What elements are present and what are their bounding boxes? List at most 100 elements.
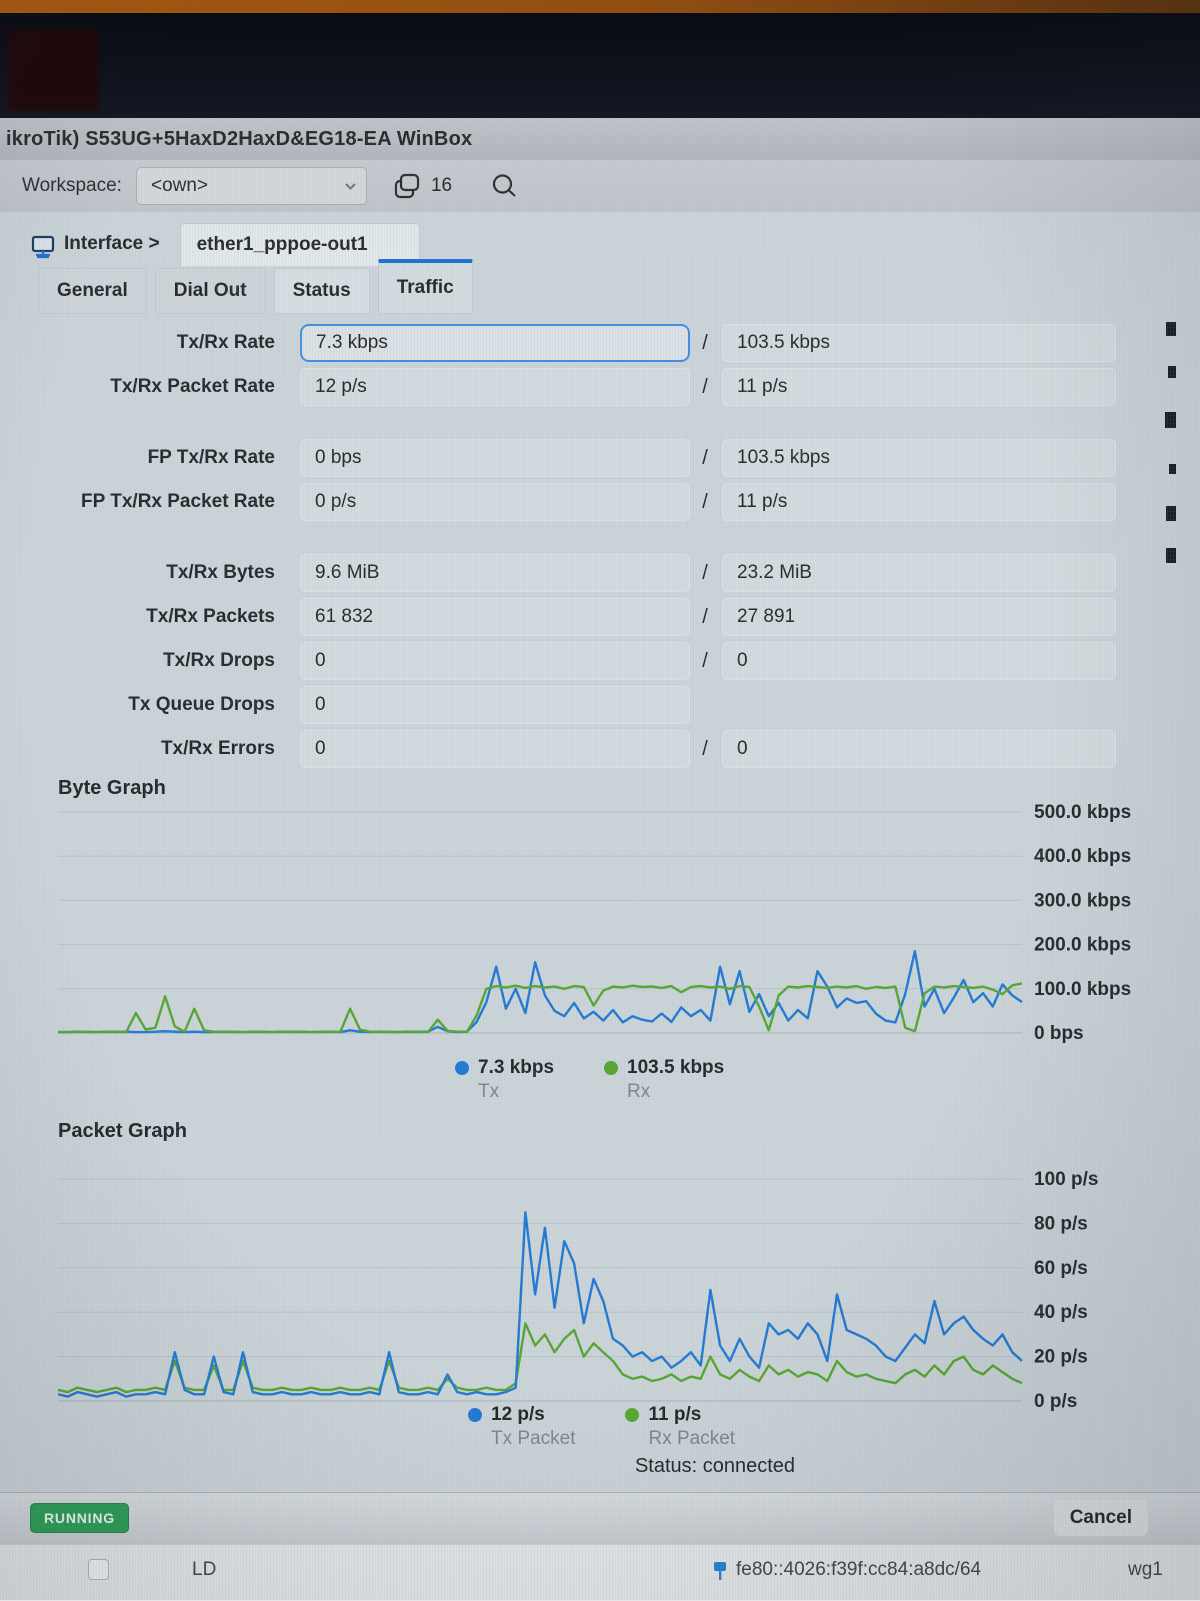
rx-value-input[interactable]: 11 p/s — [722, 368, 1116, 406]
rx-value-input[interactable]: 103.5 kbps — [722, 439, 1116, 477]
legend-value: 7.3 kbps — [478, 1057, 554, 1079]
breadcrumb: Interface > — [64, 233, 160, 255]
value-separator: / — [694, 552, 716, 594]
field-row: FP Tx/Rx Rate 0 bps/103.5 kbps — [0, 437, 1200, 479]
byte-graph: 500.0 kbps 400.0 kbps 300.0 kbps 200.0 kbps… — [58, 800, 1148, 1050]
screen-edge-artifact — [1166, 322, 1176, 336]
rx-value-input[interactable]: 11 p/s — [722, 483, 1116, 521]
legend-dot — [468, 1408, 482, 1422]
screen-edge-artifact — [1168, 366, 1176, 378]
row-address: fe80::4026:f39f:cc84:a8dc/64 — [736, 1559, 981, 1581]
field-label: Tx/Rx Packets — [0, 596, 275, 638]
interface-dialog: Interface > ether1_pppoe-out1 GeneralDia… — [0, 212, 1200, 1492]
y-axis-tick-label: 200.0 kbps — [1034, 935, 1131, 956]
tab-status[interactable]: Status — [274, 268, 370, 314]
windows-stack-icon[interactable] — [393, 172, 421, 200]
field-label: Tx/Rx Bytes — [0, 552, 275, 594]
packet-graph-heading: Packet Graph — [58, 1120, 187, 1143]
interface-name: ether1_pppoe-out1 — [197, 234, 368, 256]
field-row: Tx/Rx Rate7.3 kbps/103.5 kbps — [0, 322, 1200, 364]
field-row: Tx/Rx Drops 0/0 — [0, 640, 1200, 682]
row-checkbox[interactable] — [88, 1559, 109, 1580]
legend-label: Tx — [478, 1081, 554, 1103]
tab-dial-out[interactable]: Dial Out — [155, 268, 266, 314]
background-table-row[interactable]: LD fe80::4026:f39f:cc84:a8dc/64 wg1 — [0, 1544, 1200, 1601]
rx-value-input[interactable]: 23.2 MiB — [722, 554, 1116, 592]
field-label: Tx/Rx Drops — [0, 640, 275, 682]
ipv6-flag-icon — [712, 1561, 728, 1586]
field-row: Tx/Rx Packet Rate12 p/s/11 p/s — [0, 366, 1200, 408]
tx-value-input[interactable]: 0 bps — [300, 439, 690, 477]
tx-value-input[interactable]: 0 — [300, 686, 690, 724]
traffic-fields: Tx/Rx Rate7.3 kbps/103.5 kbpsTx/Rx Packe… — [0, 322, 1200, 772]
y-axis-tick-label: 0 p/s — [1034, 1391, 1077, 1412]
value-separator: / — [694, 481, 716, 523]
legend-value: 103.5 kbps — [627, 1057, 724, 1079]
tx-value-input[interactable]: 0 — [300, 730, 690, 768]
interface-header: Interface > ether1_pppoe-out1 — [0, 220, 1200, 268]
field-label: Tx/Rx Packet Rate — [0, 366, 275, 408]
tx-value-input[interactable]: 9.6 MiB — [300, 554, 690, 592]
rx-value-input[interactable]: 0 — [722, 642, 1116, 680]
screen-bezel — [0, 13, 1200, 118]
tx-value-input[interactable]: 0 — [300, 642, 690, 680]
value-separator: / — [694, 437, 716, 479]
desk-surface — [0, 0, 1200, 13]
workspace-select[interactable]: <own> — [136, 167, 367, 205]
search-icon[interactable] — [490, 172, 518, 200]
tx-value-input[interactable]: 61 832 — [300, 598, 690, 636]
rx-value-input[interactable]: 27 891 — [722, 598, 1116, 636]
interface-icon — [30, 234, 56, 265]
legend-item-rx-packet: 11 p/sRx Packet — [625, 1404, 735, 1450]
y-axis-tick-label: 400.0 kbps — [1034, 846, 1131, 867]
byte-graph-legend: 7.3 kbpsTx 103.5 kbpsRx — [455, 1057, 724, 1103]
tab-general[interactable]: General — [38, 268, 147, 314]
tx-value-input[interactable]: 0 p/s — [300, 483, 690, 521]
y-axis-tick-label: 300.0 kbps — [1034, 890, 1131, 911]
window-count: 16 — [431, 175, 452, 197]
field-label: Tx Queue Drops — [0, 684, 275, 726]
tx-value-input[interactable]: 12 p/s — [300, 368, 690, 406]
legend-item-tx-packet: 12 p/sTx Packet — [468, 1404, 575, 1450]
winbox-screen: { "window": { "title": "ikroTik) S53UG+5… — [0, 0, 1200, 1600]
series-tx-packet — [58, 1212, 1022, 1396]
legend-item-rx: 103.5 kbpsRx — [604, 1057, 724, 1103]
legend-item-tx: 7.3 kbpsTx — [455, 1057, 554, 1103]
field-label: Tx/Rx Errors — [0, 728, 275, 770]
rx-value-input[interactable]: 103.5 kbps — [722, 324, 1116, 362]
legend-dot — [625, 1408, 639, 1422]
y-axis-tick-label: 60 p/s — [1034, 1258, 1088, 1279]
workspace-toolbar: Workspace: <own> 16 — [0, 160, 1200, 214]
field-row: FP Tx/Rx Packet Rate 0 p/s/11 p/s — [0, 481, 1200, 523]
field-row: Tx/Rx Bytes 9.6 MiB/23.2 MiB — [0, 552, 1200, 594]
legend-label: Tx Packet — [491, 1428, 575, 1450]
tx-value-input[interactable]: 7.3 kbps — [300, 324, 690, 362]
packet-graph: 100 p/s80 p/s60 p/s40 p/s20 p/s0 p/s — [58, 1145, 1148, 1420]
rx-value-input[interactable]: 0 — [722, 730, 1116, 768]
y-axis-tick-label: 20 p/s — [1034, 1347, 1088, 1368]
screen-edge-artifact — [1169, 464, 1176, 474]
field-row: Tx Queue Drops 0 — [0, 684, 1200, 726]
legend-value: 11 p/s — [648, 1404, 701, 1426]
screen-edge-artifact — [1166, 506, 1176, 521]
window-titlebar: ikroTik) S53UG+5HaxD2HaxD&EG18-EA WinBox — [0, 118, 1200, 160]
value-separator: / — [694, 596, 716, 638]
running-badge: RUNNING — [30, 1503, 129, 1533]
field-label: FP Tx/Rx Rate — [0, 437, 275, 479]
y-axis-tick-label: 0 bps — [1034, 1023, 1084, 1044]
legend-dot — [604, 1061, 618, 1075]
y-axis-tick-label: 80 p/s — [1034, 1213, 1088, 1234]
cancel-button[interactable]: Cancel — [1054, 1500, 1148, 1536]
workspace-value: <own> — [151, 175, 208, 197]
y-axis-tick-label: 40 p/s — [1034, 1302, 1088, 1323]
window-title: ikroTik) S53UG+5HaxD2HaxD&EG18-EA WinBox — [0, 128, 472, 151]
tab-traffic[interactable]: Traffic — [378, 259, 473, 314]
y-axis-tick-label: 500.0 kbps — [1034, 802, 1131, 823]
field-label: FP Tx/Rx Packet Rate — [0, 481, 275, 523]
chevron-down-icon — [345, 182, 356, 190]
value-separator: / — [694, 728, 716, 770]
row-interface: wg1 — [1128, 1559, 1163, 1581]
series-tx — [58, 951, 1022, 1032]
value-separator: / — [694, 640, 716, 682]
bezel-reflection — [8, 29, 98, 111]
